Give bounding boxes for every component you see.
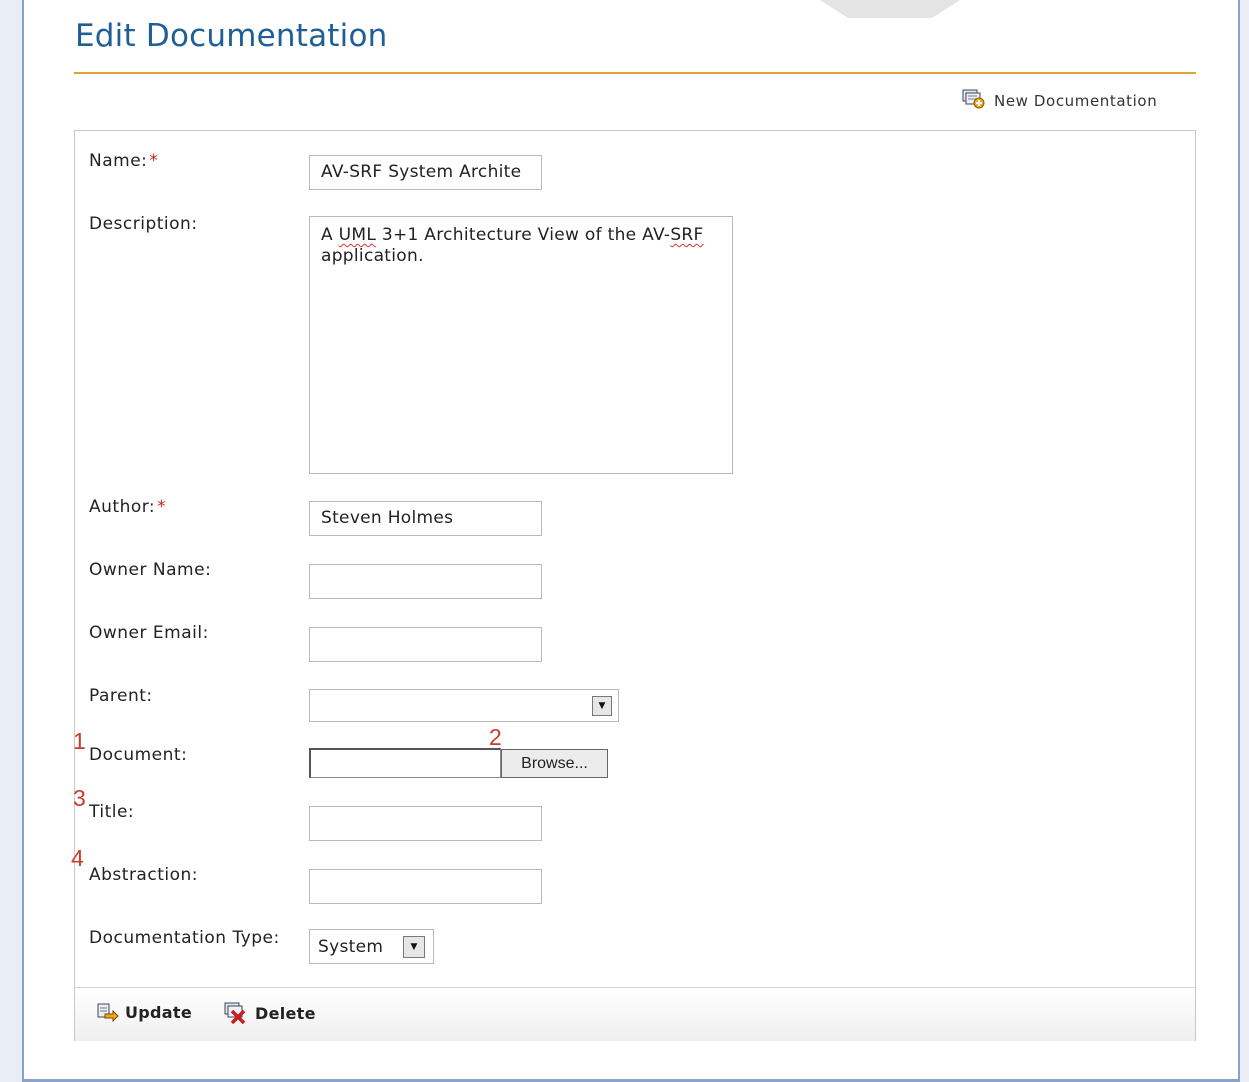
window-right-border — [1238, 0, 1249, 1082]
title-divider — [74, 72, 1196, 74]
owner-name-input[interactable] — [309, 564, 542, 599]
required-mark: * — [157, 497, 167, 517]
parent-select[interactable]: ▼ — [309, 689, 619, 722]
dropdown-arrow-icon[interactable]: ▼ — [592, 696, 612, 716]
name-label: Name: * — [89, 151, 158, 171]
annotation-marker-2: 2 — [489, 724, 502, 750]
update-icon — [95, 1002, 119, 1022]
new-document-icon — [962, 88, 986, 114]
documentation-type-value: System — [318, 937, 384, 957]
description-text-2: 3+1 Architecture View of the AV- — [376, 225, 671, 245]
annotation-marker-4: 4 — [71, 845, 84, 871]
new-documentation-label: New Documentation — [994, 92, 1158, 110]
owner-email-label: Owner Email: — [89, 623, 209, 643]
name-input[interactable]: AV-SRF System Archite — [309, 155, 542, 190]
browse-button[interactable]: Browse... — [501, 749, 608, 778]
documentation-type-label: Documentation Type: — [89, 928, 280, 948]
description-text-3: application. — [321, 246, 424, 266]
form-footer: Update Delete — [75, 987, 1195, 1041]
page-title: Edit Documentation — [75, 18, 388, 54]
description-text-srf: SRF — [670, 225, 704, 245]
description-label: Description: — [89, 214, 198, 234]
dropdown-arrow-icon[interactable]: ▼ — [403, 936, 425, 958]
documentation-type-select[interactable]: System ▼ — [309, 929, 434, 964]
document-file-input[interactable] — [309, 748, 501, 778]
name-label-text: Name: — [89, 151, 148, 171]
author-input[interactable]: Steven Holmes — [309, 501, 542, 536]
annotation-marker-1: 1 — [73, 728, 86, 754]
annotation-marker-3: 3 — [73, 785, 86, 811]
update-label: Update — [125, 1002, 192, 1022]
parent-label: Parent: — [89, 686, 153, 706]
title-input[interactable] — [309, 806, 542, 841]
title-label: Title: — [89, 802, 135, 822]
owner-email-input[interactable] — [309, 627, 542, 662]
abstraction-input[interactable] — [309, 869, 542, 904]
description-text-uml: UML — [338, 225, 377, 245]
description-text-1: A — [321, 225, 339, 245]
description-textarea[interactable]: A UML 3+1 Architecture View of the AV-SR… — [309, 216, 733, 474]
top-decoration — [820, 0, 960, 18]
window-left-border — [0, 0, 24, 1082]
owner-name-label: Owner Name: — [89, 560, 212, 580]
new-documentation-link[interactable]: New Documentation — [962, 89, 1157, 113]
update-button[interactable]: Update — [95, 1002, 192, 1022]
author-label: Author: * — [89, 497, 166, 517]
required-mark: * — [149, 151, 159, 171]
delete-icon — [223, 1002, 249, 1024]
author-label-text: Author: — [89, 497, 156, 517]
document-label: Document: — [89, 745, 188, 765]
abstraction-label: Abstraction: — [89, 865, 198, 885]
delete-label: Delete — [255, 1003, 316, 1023]
delete-button[interactable]: Delete — [223, 1002, 316, 1024]
